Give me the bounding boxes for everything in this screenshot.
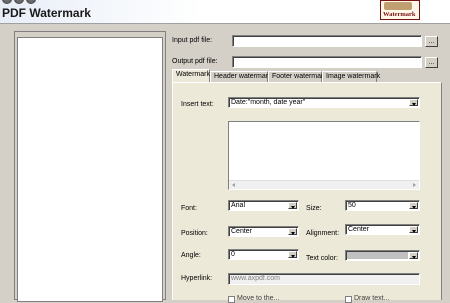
size-value: 50 [348,202,356,209]
output-pdf-label: Output pdf file: [172,58,218,65]
input-pdf-field[interactable] [232,35,422,47]
insert-text-value: Date:"month, date year" [231,99,306,106]
tab-header-watermark[interactable]: Header watermark [210,71,272,82]
size-select[interactable]: 50 [345,200,420,211]
hyperlink-label: Hyperlink: [181,275,213,282]
draw-text-option-label: Draw text... [354,295,390,302]
position-label: Position: [181,230,208,237]
browse-input-button[interactable]: ... [425,36,438,47]
output-pdf-field[interactable] [232,56,422,68]
tab-image-watermark[interactable]: Image watermark [322,71,380,82]
pdf-preview-area [17,37,163,302]
font-label: Font: [181,205,197,212]
app-title: PDF Watermark [2,6,91,20]
move-option-label: Move to the... [237,295,280,302]
header-banner: PDF Watermark Watermark [0,0,450,24]
chevron-down-icon[interactable] [409,226,418,233]
watermark-panel: Insert text: Date:"month, date year" Fon… [172,82,442,303]
horizontal-scrollbar[interactable] [229,180,419,189]
angle-value: 0 [231,251,235,258]
chevron-down-icon[interactable] [409,252,418,259]
tab-watermark[interactable]: Watermark [172,69,210,82]
app-icon [2,0,42,4]
insert-text-select[interactable]: Date:"month, date year" [228,97,420,108]
scroll-right-icon[interactable] [413,183,416,187]
position-value: Center [231,228,253,235]
font-select[interactable]: Arial [228,200,299,211]
logo-text: Watermark [383,11,416,18]
chevron-down-icon[interactable] [288,202,297,209]
alignment-select[interactable]: Center [345,224,420,235]
alignment-value: Center [348,226,370,233]
chevron-down-icon[interactable] [409,99,418,106]
preview-frame [14,31,166,302]
color-swatch [347,252,408,259]
font-value: Arial [231,202,246,209]
scroll-left-icon[interactable] [232,183,235,187]
tab-footer-watermark[interactable]: Footer watermark [268,71,327,82]
text-color-select[interactable] [345,250,420,261]
angle-label: Angle: [181,252,201,259]
input-pdf-label: Input pdf file: [172,37,213,44]
watermark-logo: Watermark [380,0,420,20]
text-color-label: Text color: [306,255,338,262]
browse-output-button[interactable]: ... [425,57,438,68]
chevron-down-icon[interactable] [288,228,297,235]
chevron-down-icon[interactable] [288,251,297,258]
size-label: Size: [306,205,322,212]
angle-select[interactable]: 0 [228,249,299,260]
logo-image-icon [384,2,412,10]
position-select[interactable]: Center [228,226,299,237]
hyperlink-field[interactable]: www.axpdf.com [228,273,420,285]
chevron-down-icon[interactable] [409,202,418,209]
insert-text-label: Insert text: [181,101,214,108]
watermark-text-area[interactable] [228,121,420,190]
alignment-label: Alignment: [306,230,340,237]
